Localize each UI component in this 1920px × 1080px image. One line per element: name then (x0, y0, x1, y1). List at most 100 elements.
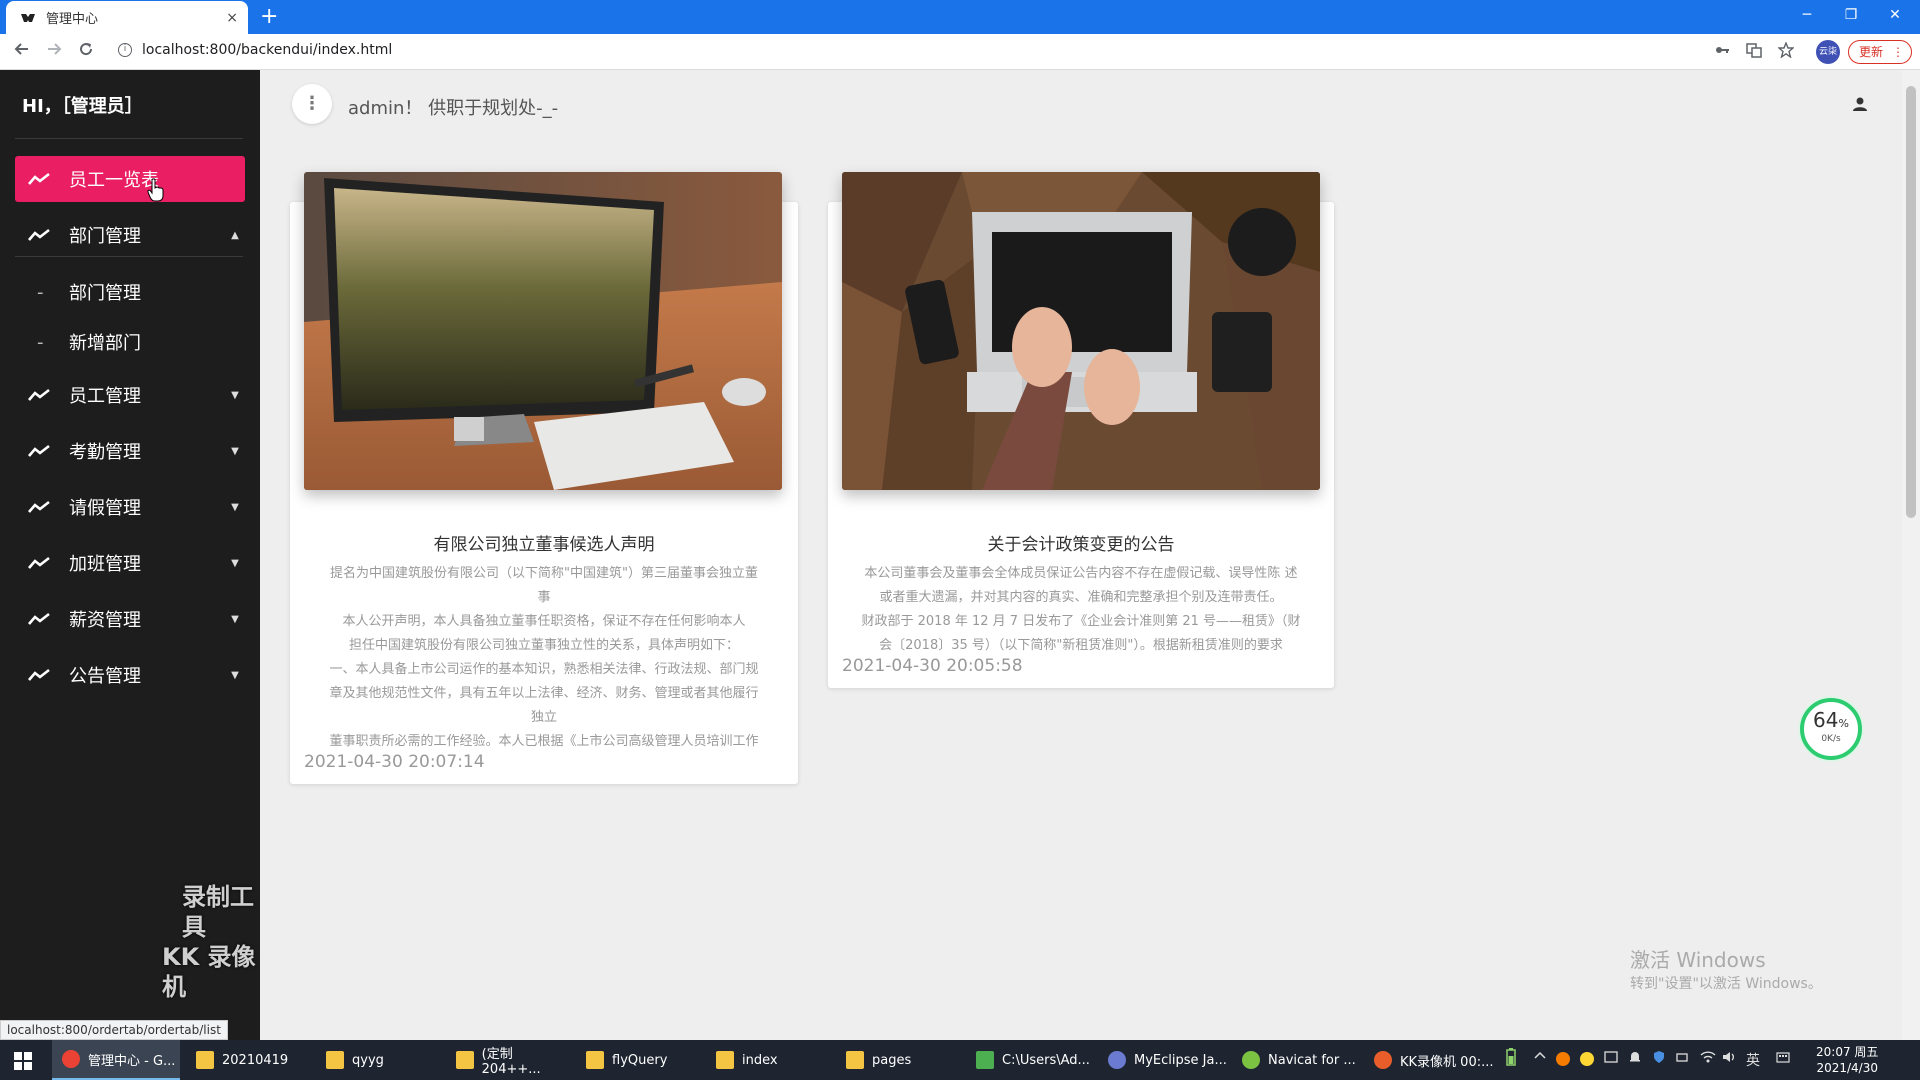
speed-rate: 0K/s (1821, 734, 1841, 744)
sidebar-item-overtime[interactable]: 加班管理 ▼ (15, 540, 245, 586)
taskbar-app-navicat[interactable]: Navicat for ... (1232, 1040, 1360, 1080)
trend-icon (27, 443, 55, 459)
card-body-line: 提名为中国建筑股份有限公司（以下简称"中国建筑"）第三届董事会独立董 (330, 566, 758, 581)
forward-icon[interactable] (42, 40, 66, 64)
taskbar-app-kk-recorder[interactable]: KK录像机 00:... (1364, 1040, 1494, 1080)
network-icon[interactable] (1676, 1050, 1690, 1068)
card-body-line: 事 (537, 590, 551, 605)
taskbar-app-folder[interactable]: index (706, 1040, 830, 1080)
eclipse-icon (1108, 1051, 1126, 1069)
caret-down-icon: ▼ (231, 557, 239, 569)
browser-tab[interactable]: 管理中心 × (6, 1, 248, 34)
wifi-icon[interactable] (1700, 1050, 1716, 1068)
sidebar-subitem-add-department[interactable]: - 新增部门 (15, 320, 245, 364)
sidebar-divider (15, 138, 243, 139)
taskbar-app-folder[interactable]: flyQuery (576, 1040, 700, 1080)
windows-start-icon[interactable] (14, 1052, 32, 1070)
taskbar-app-label: (定制204++... (481, 1047, 541, 1077)
subitem-label: 新增部门 (69, 333, 141, 354)
bullet-dash: - (37, 331, 44, 353)
speed-percent-sign: % (1838, 717, 1849, 730)
taskbar-clock[interactable]: 20:07 周五 2021/4/30 (1816, 1044, 1878, 1076)
sidebar-subitem-department-manage[interactable]: - 部门管理 (15, 270, 245, 314)
notice-card[interactable]: 有限公司独立董事候选人声明 提名为中国建筑股份有限公司（以下简称"中国建筑"）第… (290, 172, 798, 784)
recorder-watermark: 录制工具 KK 录像机 (162, 882, 260, 1002)
shield-icon[interactable] (1652, 1050, 1666, 1068)
more-menu-icon[interactable]: ⋮ (1892, 41, 1904, 63)
sidebar-item-notice[interactable]: 公告管理 ▼ (15, 652, 245, 698)
sidebar-item-employee[interactable]: 员工管理 ▼ (15, 372, 245, 418)
taskbar-app-myeclipse[interactable]: MyEclipse Ja... (1098, 1040, 1228, 1080)
caret-down-icon: ▼ (231, 501, 239, 513)
taskbar-app-folder[interactable]: (定制204++... (446, 1040, 570, 1080)
card-image-desk-monitor (304, 172, 782, 490)
window-close-button[interactable]: ✕ (1872, 0, 1918, 30)
clock-time: 20:07 周五 (1816, 1045, 1879, 1059)
card-body-line: 财政部于 2018 年 12 月 7 日发布了《企业会计准则第 21 号——租赁… (861, 614, 1301, 629)
taskbar-app-folder[interactable]: pages (836, 1040, 960, 1080)
taskbar-app-chrome[interactable]: 管理中心 - G... (52, 1040, 180, 1080)
clock-date: 2021/4/30 (1816, 1061, 1878, 1075)
recorder-icon (1374, 1051, 1392, 1069)
notification-bell-icon[interactable] (1628, 1050, 1642, 1068)
sidebar-item-salary[interactable]: 薪资管理 ▼ (15, 596, 245, 642)
taskbar-app-folder[interactable]: 20210419 (186, 1040, 310, 1080)
ime-indicator[interactable]: 英 (1746, 1050, 1760, 1070)
caret-down-icon: ▼ (231, 389, 239, 401)
bookmark-star-icon[interactable] (1776, 41, 1796, 62)
reload-icon[interactable] (74, 40, 98, 64)
update-button[interactable]: 更新 ⋮ (1848, 40, 1912, 64)
hand-cursor-icon (146, 178, 166, 206)
tab-close-icon[interactable]: × (226, 10, 238, 26)
taskbar-app-label: C:\Users\Ad... (1002, 1052, 1090, 1068)
taskbar-app-label: pages (872, 1052, 912, 1068)
minimize-button[interactable]: ─ (1784, 0, 1830, 30)
taskbar-app-label: flyQuery (612, 1052, 668, 1068)
translate-icon[interactable] (1744, 42, 1764, 62)
key-icon[interactable] (1712, 42, 1732, 62)
tray-app-icon[interactable] (1556, 1052, 1570, 1066)
trend-icon (27, 555, 55, 571)
sidebar-item-label: 部门管理 (69, 226, 141, 247)
card-body-line: 独立 (530, 710, 557, 725)
network-speed-widget[interactable]: 64% 0K/s (1800, 698, 1862, 760)
sidebar-item-attendance[interactable]: 考勤管理 ▼ (15, 428, 245, 474)
sidebar-item-label: 公告管理 (69, 666, 141, 687)
activation-hint: 转到"设置"以激活 Windows。 (1630, 976, 1822, 992)
notice-card[interactable]: 关于会计政策变更的公告 本公司董事会及董事会全体成员保证公告内容不存在虚假记载、… (828, 172, 1334, 688)
chevron-up-icon[interactable] (1534, 1050, 1546, 1066)
tray-window-icon[interactable] (1604, 1050, 1618, 1068)
restore-button[interactable]: ❐ (1828, 0, 1874, 30)
taskbar-app-folder[interactable]: qyyg (316, 1040, 440, 1080)
tray-app-icon[interactable] (1580, 1052, 1594, 1066)
card-body-line: 本公司董事会及董事会全体成员保证公告内容不存在虚假记载、误导性陈 述 (864, 566, 1298, 581)
user-icon[interactable] (1852, 96, 1868, 112)
new-tab-button[interactable]: + (260, 4, 278, 30)
trend-icon (27, 387, 55, 403)
menu-toggle-button[interactable]: ⋮ (292, 84, 332, 124)
scrollbar-thumb[interactable] (1906, 86, 1916, 518)
taskbar-app-label: KK录像机 00:... (1400, 1054, 1494, 1070)
card-body-line: 会〔2018〕35 号）（以下简称"新租赁准则"）。根据新租赁准则的要求 (879, 638, 1283, 653)
battery-icon[interactable] (1506, 1048, 1516, 1070)
card-body-line: 章及其他规范性文件，具有五年以上法律、经济、财务、管理或者其他履行 (329, 686, 759, 701)
card-date: 2021-04-30 20:07:14 (304, 752, 485, 772)
bullet-dash: - (37, 281, 44, 303)
taskbar-app-notepad[interactable]: C:\Users\Ad... (966, 1040, 1094, 1080)
folder-icon (196, 1051, 214, 1069)
site-info-icon[interactable]: i (118, 43, 132, 57)
keyboard-icon[interactable] (1776, 1050, 1790, 1068)
sidebar-item-employee-list[interactable]: 员工一览表 (15, 156, 245, 202)
watermark-line2: KK 录像机 (162, 943, 256, 1001)
profile-avatar[interactable]: 云柒 (1816, 40, 1840, 64)
back-icon[interactable] (10, 40, 34, 64)
volume-icon[interactable] (1722, 1050, 1738, 1068)
card-body-line: 或者重大遗漏，并对其内容的真实、准确和完整承担个别及连带责任。 (879, 590, 1283, 605)
windows-activation-notice: 激活 Windows 转到"设置"以激活 Windows。 (1630, 944, 1822, 993)
page-scrollbar[interactable] (1902, 70, 1920, 1040)
sidebar-greeting: HI，［管理员］ (22, 96, 143, 117)
sidebar-item-leave[interactable]: 请假管理 ▼ (15, 484, 245, 530)
sidebar-item-department[interactable]: 部门管理 ▲ (15, 212, 245, 258)
main-content: ⋮ admin！ 供职于规划处-_- 有限公司独立董事候选人声明 提名为中国建筑… (260, 70, 1902, 1040)
url-field[interactable]: localhost:800/backendui/index.html (142, 42, 392, 58)
